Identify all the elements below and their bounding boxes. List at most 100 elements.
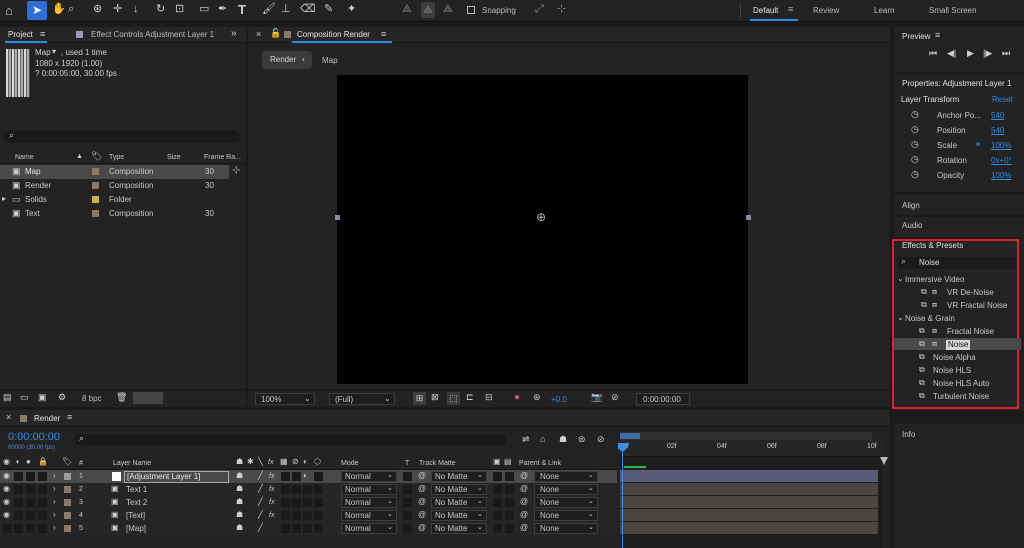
- label-tag-icon[interactable]: 🏷: [91, 152, 102, 161]
- col-type[interactable]: Type: [109, 154, 124, 161]
- pan-behind-tool-icon[interactable]: ⊡: [175, 4, 184, 15]
- label-tag-icon[interactable]: 🏷: [62, 458, 72, 466]
- draft-3d-icon[interactable]: ⌂: [540, 435, 545, 444]
- effect-vr-denoise[interactable]: VR De-Noise: [947, 289, 994, 297]
- effect-fractal-noise[interactable]: Fractal Noise: [947, 328, 994, 336]
- hand-tool-icon[interactable]: ✋: [52, 4, 66, 15]
- solo-toggle[interactable]: [26, 524, 35, 533]
- workspace-learn[interactable]: Learn: [874, 7, 894, 15]
- scale-value[interactable]: 100%: [991, 142, 1011, 150]
- expand-arrow-icon[interactable]: ›: [53, 511, 56, 519]
- next-frame-icon[interactable]: |▶: [983, 49, 992, 58]
- layer-name[interactable]: [Text]: [126, 512, 145, 520]
- color-channels-icon[interactable]: ●: [514, 393, 520, 403]
- panel-menu-icon[interactable]: ≡: [67, 413, 72, 422]
- 3d-switch-icon[interactable]: ⬡: [314, 458, 321, 466]
- collapse-switch-icon[interactable]: ✱: [247, 458, 254, 466]
- switch-box[interactable]: [292, 511, 301, 520]
- matte-invert-icon[interactable]: ▤: [504, 458, 512, 466]
- shy-switch-icon[interactable]: ☗: [236, 485, 243, 493]
- preserve-transparency-toggle[interactable]: [403, 485, 412, 494]
- stopwatch-icon[interactable]: ◷: [911, 125, 919, 134]
- list-item[interactable]: ▣ Map Composition 30: [0, 165, 229, 179]
- align-panel[interactable]: Align: [894, 195, 1024, 215]
- track-matte-dropdown[interactable]: No Matte ⌄: [431, 471, 487, 482]
- switch-box[interactable]: [303, 524, 312, 533]
- audio-toggle[interactable]: [14, 485, 23, 494]
- switch-box[interactable]: [281, 472, 290, 481]
- panel-menu-icon[interactable]: ≡: [935, 31, 940, 40]
- reset-button[interactable]: Reset: [992, 96, 1013, 104]
- layer-bar-2[interactable]: [620, 483, 878, 495]
- layer-name[interactable]: [Adjustment Layer 1]: [124, 471, 229, 483]
- list-item[interactable]: ▣ Text Composition 30: [0, 207, 229, 221]
- quality-switch-icon[interactable]: ╱: [258, 511, 263, 519]
- switch-box[interactable]: [303, 511, 312, 520]
- audio-panel[interactable]: Audio: [894, 217, 1024, 237]
- eye-icon[interactable]: ◉: [3, 511, 10, 519]
- video-toggle[interactable]: [3, 524, 12, 533]
- axis-local-icon[interactable]: ⟁: [402, 4, 412, 15]
- parent-pickwhip-icon[interactable]: @: [520, 485, 528, 493]
- track-area[interactable]: [620, 457, 882, 548]
- matte-pickwhip-icon[interactable]: @: [418, 511, 426, 519]
- col-layer-name[interactable]: Layer Name: [113, 460, 151, 467]
- parent-dropdown[interactable]: None ⌄: [534, 484, 598, 495]
- show-snapshot-icon[interactable]: ⊘: [611, 393, 619, 402]
- effect-noise-hls[interactable]: Noise HLS: [933, 367, 971, 375]
- matte-pickwhip-icon[interactable]: @: [418, 472, 426, 480]
- motion-blur-icon[interactable]: ⊘: [597, 435, 605, 444]
- effects-search-input[interactable]: ⌕ Noise: [898, 257, 1016, 269]
- axis-world-icon[interactable]: ⟁: [421, 2, 435, 18]
- comp-mini-flowchart-icon[interactable]: ⇌: [522, 435, 530, 444]
- fx-switch-icon[interactable]: fx: [268, 459, 273, 466]
- shy-switch-icon[interactable]: ☗: [236, 498, 243, 506]
- bpc-button[interactable]: 8 bpc: [82, 395, 102, 403]
- preserve-transparency-toggle[interactable]: [403, 472, 412, 481]
- timeline-timecode[interactable]: 0:00:00:00: [8, 432, 60, 443]
- effect-vr-fractal-noise[interactable]: VR Fractal Noise: [947, 302, 1007, 310]
- selection-tool-icon[interactable]: ➤: [27, 1, 47, 20]
- brush-tool-icon[interactable]: 🖌: [262, 4, 276, 15]
- work-area-range[interactable]: [620, 433, 640, 439]
- snap-feature-icon[interactable]: ⊹: [557, 4, 566, 15]
- audio-toggle[interactable]: [14, 472, 23, 481]
- mode-dropdown[interactable]: Normal ⌄: [341, 510, 397, 521]
- switch-box[interactable]: [281, 485, 290, 494]
- workspace-default[interactable]: Default: [753, 7, 778, 15]
- parent-pickwhip-icon[interactable]: @: [520, 498, 528, 506]
- col-frame-rate[interactable]: Frame Ra...: [204, 154, 241, 161]
- expand-arrow-icon[interactable]: ›: [53, 524, 56, 532]
- parent-dropdown[interactable]: None ⌄: [534, 510, 598, 521]
- opacity-value[interactable]: 100%: [991, 172, 1011, 180]
- adjustment-switch-icon[interactable]: ◐: [303, 458, 308, 466]
- exposure-value[interactable]: +0.0: [551, 396, 567, 404]
- layer-bar-3[interactable]: [620, 496, 878, 508]
- orbit-tool-icon[interactable]: ⊛: [93, 4, 102, 15]
- timeline-search-input[interactable]: ⌕: [74, 434, 506, 446]
- flowchart-icon[interactable]: ⊹: [232, 166, 240, 176]
- snap-edge-icon[interactable]: ⤢: [535, 4, 544, 15]
- layer-bar-4[interactable]: [620, 509, 878, 521]
- stopwatch-icon[interactable]: ◷: [911, 110, 919, 119]
- shy-switch-icon[interactable]: ☗: [236, 472, 243, 480]
- lock-toggle[interactable]: [38, 524, 47, 533]
- col-size[interactable]: Size: [167, 154, 181, 161]
- workspace-menu-icon[interactable]: ≡: [788, 5, 793, 14]
- play-icon[interactable]: ▶: [967, 49, 974, 58]
- layer-name[interactable]: [Map]: [126, 525, 146, 533]
- preserve-transparency-toggle[interactable]: [403, 511, 412, 520]
- dolly-tool-icon[interactable]: ↓: [133, 4, 139, 15]
- tab-project[interactable]: Project: [8, 31, 33, 39]
- tab-timeline-render[interactable]: Render: [34, 415, 60, 423]
- clone-stamp-icon[interactable]: ⊥: [281, 4, 291, 15]
- matte-toggle[interactable]: [493, 472, 502, 481]
- mode-dropdown[interactable]: Normal ⌄: [341, 484, 397, 495]
- lock-toggle[interactable]: [38, 472, 47, 481]
- matte-toggle[interactable]: [493, 485, 502, 494]
- project-settings-icon[interactable]: ⚙: [58, 393, 66, 402]
- expand-arrow-icon[interactable]: ▸: [2, 195, 6, 203]
- last-frame-icon[interactable]: ⏭: [1002, 49, 1010, 58]
- transparency-grid-icon[interactable]: ⊠: [431, 393, 439, 402]
- solo-toggle[interactable]: [26, 472, 35, 481]
